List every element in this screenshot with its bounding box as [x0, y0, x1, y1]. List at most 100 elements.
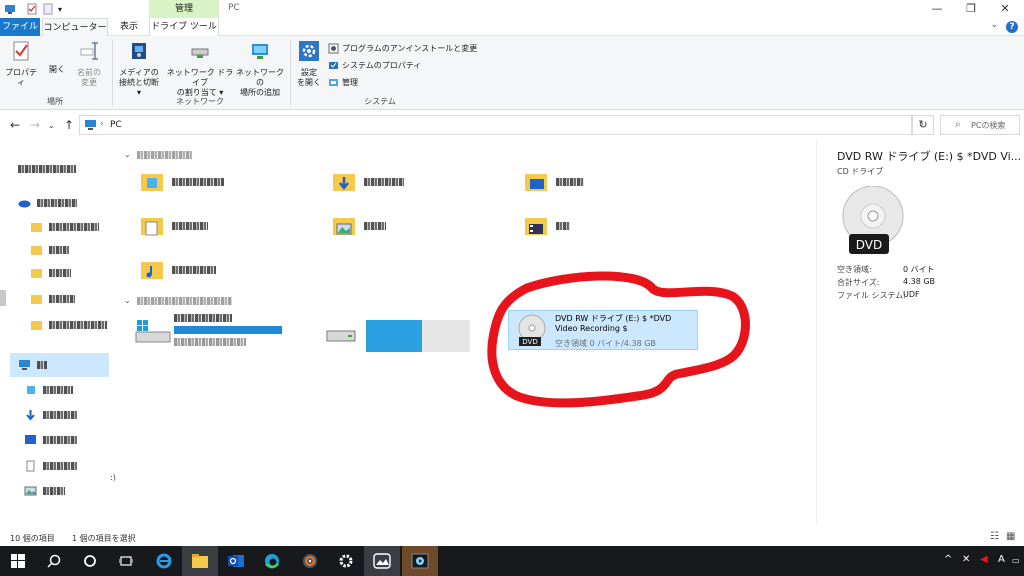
prop-value: 4.38 GB: [903, 277, 936, 286]
taskbar-photos[interactable]: [364, 546, 400, 576]
volume-muted-icon[interactable]: ◀: [980, 554, 988, 565]
quick-access-dropdown-icon[interactable]: ▾: [58, 2, 62, 16]
nav-item-quick-access[interactable]: [18, 160, 76, 178]
folder-item[interactable]: [332, 170, 404, 194]
media-button[interactable]: メディアの 接続と切断 ▾: [116, 40, 162, 98]
nav-item-folder[interactable]: [30, 290, 75, 308]
rename-button[interactable]: 名前の 変更: [74, 40, 104, 88]
tab-drive-tools[interactable]: ドライブ ツール: [149, 18, 219, 36]
folder-item[interactable]: [332, 214, 386, 238]
taskbar-settings[interactable]: [328, 546, 364, 576]
folder-item[interactable]: [524, 170, 584, 194]
task-view-button[interactable]: [108, 546, 144, 576]
cortana-button[interactable]: [72, 546, 108, 576]
search-input[interactable]: PCの検索: [971, 120, 1005, 131]
folder-item[interactable]: [140, 258, 216, 282]
details-view-icon[interactable]: ☷: [990, 531, 999, 542]
nav-item-label-obscured: [49, 246, 69, 254]
search-icon: ⌕: [955, 119, 961, 130]
system-properties-button[interactable]: システムのプロパティ: [328, 58, 421, 72]
group-network-label: ネットワーク: [176, 97, 224, 106]
maximize-button[interactable]: ❐: [956, 0, 986, 18]
details-title: DVD RW ドライブ (E:) $ *DVD Vi...: [837, 150, 1022, 163]
map-drive-button[interactable]: ネットワーク ドライブ の割り当て ▾: [164, 40, 236, 98]
search-box[interactable]: ⌕ PCの検索: [940, 115, 1020, 135]
ime-indicator-icon[interactable]: A: [998, 554, 1005, 565]
nav-item-folder[interactable]: [30, 264, 71, 282]
help-icon[interactable]: ?: [1006, 21, 1018, 33]
ribbon: プロパティ 開く 名前の 変更 場所 メディアの 接続と切断 ▾ ネットワーク …: [0, 36, 1024, 110]
collapse-ribbon-icon[interactable]: ⌄: [990, 20, 998, 30]
taskbar-ie[interactable]: [146, 546, 182, 576]
taskbar-edge[interactable]: [254, 546, 290, 576]
start-button[interactable]: [0, 546, 36, 576]
folder-item[interactable]: [524, 214, 570, 238]
open-icon: [46, 40, 68, 62]
manage-button[interactable]: 管理: [328, 75, 358, 89]
media-player-icon: [303, 554, 317, 568]
open-settings-button[interactable]: 設定 を開く: [294, 40, 324, 88]
nav-item-pictures[interactable]: [24, 482, 65, 500]
address-path: PC: [110, 120, 122, 130]
forward-arrow-icon[interactable]: →: [30, 118, 40, 132]
tab-view[interactable]: 表示: [112, 18, 146, 36]
nav-item-folder[interactable]: [30, 218, 99, 236]
drive-space-obscured: [174, 338, 246, 346]
new-folder-quick-icon[interactable]: [42, 2, 54, 16]
up-arrow-icon[interactable]: ↑: [64, 118, 74, 132]
close-button[interactable]: ✕: [990, 0, 1020, 18]
nav-item-label-obscured: [49, 269, 71, 277]
recent-dropdown-icon[interactable]: ⌄: [48, 121, 55, 130]
nav-scrollbar-thumb[interactable]: [0, 290, 6, 306]
nav-item-3d-objects[interactable]: [24, 381, 73, 399]
add-location-button[interactable]: ネットワークの 場所の追加: [236, 40, 284, 98]
taskbar-outlook[interactable]: [218, 546, 254, 576]
nav-item-label-obscured: [43, 462, 77, 470]
large-icons-view-icon[interactable]: ▦: [1006, 531, 1015, 542]
taskbar-media-app[interactable]: [292, 546, 328, 576]
nav-item-documents[interactable]: [24, 457, 77, 475]
media-label-1: メディアの: [119, 68, 159, 77]
search-taskbar-button[interactable]: [36, 546, 72, 576]
drive-usage-bar: [174, 326, 282, 334]
refresh-button[interactable]: ↻: [912, 115, 934, 135]
ribbon-tabs: ファイル コンピューター 表示 ドライブ ツール ⌄ ?: [0, 18, 1024, 36]
nav-item-this-pc[interactable]: [10, 353, 109, 377]
group-header-folders[interactable]: ⌄: [124, 150, 192, 159]
settings-label-1: 設定: [301, 68, 317, 77]
open-button[interactable]: 開く: [44, 40, 70, 75]
pc-icon: [85, 120, 96, 130]
rename-label-1: 名前の: [77, 68, 101, 77]
video-app-icon: [411, 553, 429, 569]
minimize-button[interactable]: —: [922, 0, 952, 18]
properties-button[interactable]: プロパティ: [4, 40, 38, 88]
manage-tab[interactable]: 管理: [149, 0, 219, 18]
window-title: PC: [228, 3, 240, 13]
notification-icon[interactable]: ▭: [1012, 556, 1020, 565]
group-header-devices[interactable]: ⌄: [124, 296, 232, 305]
drive-item-c[interactable]: [134, 314, 284, 348]
tray-overflow-chevron-icon[interactable]: ^: [944, 554, 952, 565]
nav-item-label-obscured: [37, 199, 77, 207]
back-arrow-icon[interactable]: ←: [10, 118, 20, 132]
folder-item[interactable]: [140, 214, 208, 238]
address-bar[interactable]: › PC: [79, 115, 912, 135]
folder-item[interactable]: [140, 170, 224, 194]
drive-item-d[interactable]: [326, 320, 476, 356]
taskbar-file-explorer[interactable]: [182, 546, 218, 576]
search-icon: [47, 554, 61, 568]
tab-file[interactable]: ファイル: [0, 18, 40, 36]
nav-item-cloud[interactable]: [18, 194, 77, 212]
uninstall-button[interactable]: プログラムのアンインストールと変更: [328, 41, 477, 55]
taskbar-video-app[interactable]: [402, 546, 438, 576]
nav-item-downloads[interactable]: [24, 406, 77, 424]
nav-item-folder[interactable]: [30, 316, 107, 334]
nav-item-desktop[interactable]: [24, 431, 77, 449]
quick-access-pc-icon[interactable]: [4, 2, 16, 16]
properties-quick-icon[interactable]: [26, 2, 38, 16]
network-icon[interactable]: ✕: [962, 554, 970, 565]
tab-computer[interactable]: コンピューター: [42, 18, 108, 36]
drive-usage-bar-track: [366, 320, 470, 352]
selected-count: 1 個の項目を選択: [72, 534, 136, 543]
nav-item-folder[interactable]: [30, 241, 69, 259]
